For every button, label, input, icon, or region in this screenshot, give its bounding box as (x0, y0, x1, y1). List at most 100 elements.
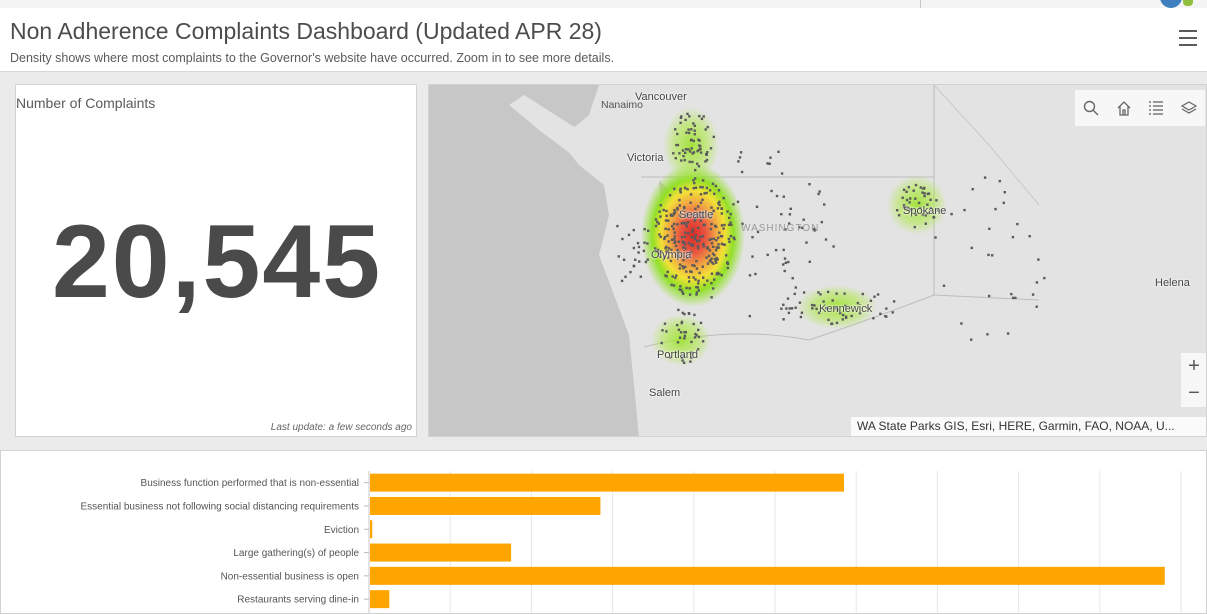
page-subtitle: Density shows where most complaints to t… (10, 51, 615, 65)
map-attribution[interactable]: WA State Parks GIS, Esri, HERE, Garmin, … (851, 417, 1206, 436)
complaint-point (1002, 201, 1005, 205)
complaints-map[interactable]: Nanaimo Vancouver Victoria Seattle Olymp… (428, 84, 1207, 437)
complaint-point (697, 282, 700, 285)
complaint-point (811, 307, 814, 310)
complaint-point (835, 321, 839, 325)
complaint-point (697, 328, 700, 332)
complaint-point (861, 292, 864, 296)
complaint-point (901, 196, 904, 199)
complaint-point (754, 272, 757, 276)
complaint-point (826, 290, 830, 294)
complaint-point (770, 189, 773, 193)
zoom-in-button[interactable]: + (1181, 353, 1206, 380)
complaint-point (677, 240, 680, 243)
complaint-point (696, 245, 700, 248)
complaint-point (794, 286, 797, 289)
complaint-point (667, 219, 670, 222)
complaint-point (719, 235, 723, 238)
complaint-point (683, 158, 686, 162)
complaint-point (923, 194, 926, 198)
complaint-point (810, 303, 814, 307)
complaint-point (817, 192, 820, 196)
complaint-point (673, 187, 676, 191)
complaint-point (841, 318, 844, 321)
complaint-point (680, 159, 683, 162)
home-icon[interactable] (1113, 97, 1135, 119)
complaint-point (617, 255, 620, 258)
map-label-olympia: Olympia (651, 249, 692, 261)
complaint-point (782, 303, 785, 306)
bar[interactable] (370, 496, 601, 515)
last-update-text: Last update: a few seconds ago (270, 422, 412, 433)
complaint-point (692, 187, 695, 190)
complaint-point (693, 336, 697, 339)
bar[interactable] (370, 543, 512, 562)
complaint-point (679, 331, 683, 334)
complaint-point (983, 176, 987, 179)
complaint-point (703, 192, 706, 195)
complaint-point (674, 244, 678, 248)
complaint-point (908, 201, 911, 204)
complaint-point (675, 274, 678, 277)
complaint-point (820, 220, 823, 224)
complaint-point (727, 223, 731, 226)
complaint-point (672, 284, 676, 287)
complaint-point (679, 116, 683, 119)
complaint-point (654, 224, 658, 228)
complaint-point (720, 224, 724, 227)
complaint-point (698, 271, 701, 275)
bar[interactable] (370, 520, 373, 539)
complaint-point (700, 117, 704, 121)
complaint-point (686, 221, 690, 224)
complaint-point (710, 296, 713, 299)
complaint-point (683, 334, 687, 338)
complaint-point (921, 191, 924, 194)
layers-icon[interactable] (1178, 97, 1200, 119)
legend-icon[interactable] (1145, 97, 1167, 119)
bar[interactable] (370, 473, 845, 492)
complaint-point (708, 189, 712, 192)
complaint-point (658, 233, 661, 236)
complaint-point (646, 242, 649, 245)
complaint-point (671, 225, 674, 228)
complaint-point (702, 245, 705, 248)
complaint-point (646, 258, 649, 261)
complaints-indicator: Number of Complaints 20,545 Last update:… (15, 84, 417, 437)
complaint-point (660, 341, 663, 345)
complaint-point (714, 184, 718, 188)
complaint-point (793, 292, 796, 296)
complaint-point (622, 258, 626, 261)
complaint-point (891, 311, 894, 314)
complaint-point (689, 270, 692, 273)
complaint-point (785, 307, 788, 310)
complaint-point (693, 133, 696, 136)
complaint-point (766, 162, 769, 165)
complaint-point (922, 187, 925, 190)
complaint-point (791, 277, 794, 280)
complaint-point (698, 114, 701, 118)
complaint-point (674, 276, 677, 279)
bar[interactable] (370, 566, 1165, 585)
complaint-point (879, 312, 882, 315)
complaint-point (701, 340, 705, 343)
hamburger-menu-icon[interactable] (1179, 30, 1199, 48)
complaint-point (634, 258, 637, 261)
complaint-point (872, 317, 875, 320)
complaint-point (679, 189, 682, 192)
complaint-point (684, 231, 687, 234)
complaint-point (926, 192, 930, 196)
complaint-point (713, 224, 717, 227)
complaint-point (672, 227, 675, 231)
complaint-point (705, 186, 709, 190)
map-toolbar (1075, 90, 1205, 126)
complaint-point (706, 151, 709, 154)
bar[interactable] (370, 590, 390, 609)
complaint-point (1003, 191, 1006, 194)
complaint-point (1035, 305, 1038, 308)
search-icon[interactable] (1080, 97, 1102, 119)
zoom-out-button[interactable]: − (1181, 380, 1206, 407)
complaint-point (971, 188, 974, 191)
complaint-point (688, 280, 691, 283)
complaint-point (738, 156, 742, 159)
complaint-point (668, 194, 672, 197)
